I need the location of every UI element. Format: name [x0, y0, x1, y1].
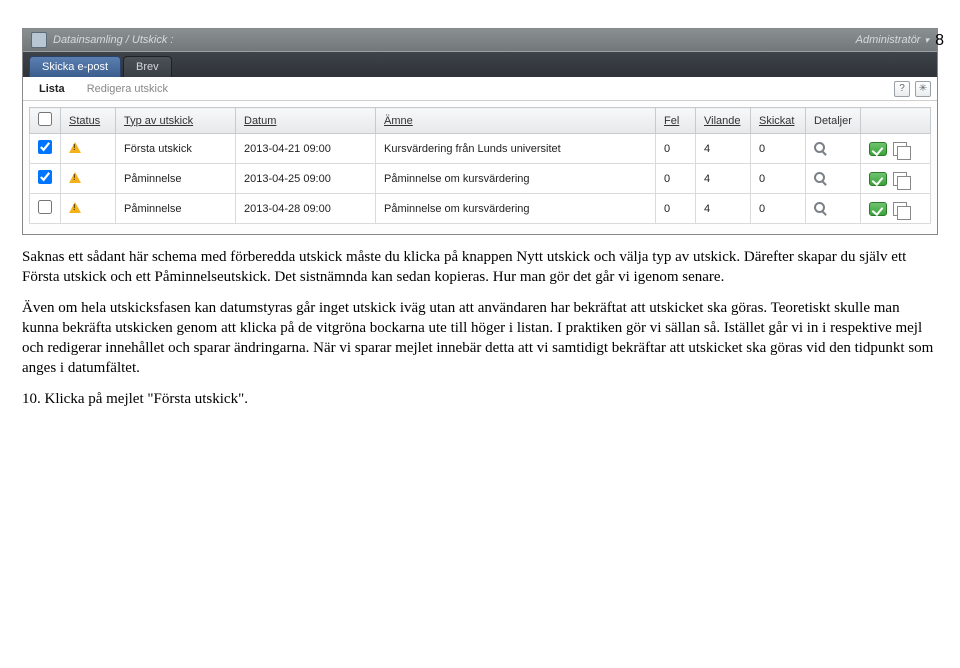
cell-errors: 0	[656, 164, 696, 194]
cell-sent: 0	[751, 164, 806, 194]
chevron-down-icon: ▾	[924, 35, 929, 46]
select-all-checkbox[interactable]	[38, 112, 52, 126]
tab-skicka-epost[interactable]: Skicka e-post	[29, 56, 121, 77]
cell-date: 2013-04-25 09:00	[236, 164, 376, 194]
row-checkbox[interactable]	[38, 170, 52, 184]
warning-icon	[69, 202, 81, 213]
table-row[interactable]: Första utskick2013-04-21 09:00Kursvärder…	[30, 134, 931, 164]
cell-subject: Kursvärdering från Lunds universitet	[376, 134, 656, 164]
col-pending[interactable]: Vilande	[704, 115, 741, 127]
grid-area: Status Typ av utskick Datum Ämne Fel Vil…	[23, 101, 937, 234]
cell-pending: 4	[696, 134, 751, 164]
help-icon[interactable]: ?	[894, 81, 910, 97]
cell-subject: Påminnelse om kursvärdering	[376, 164, 656, 194]
cell-date: 2013-04-28 09:00	[236, 194, 376, 224]
warning-icon	[69, 142, 81, 153]
app-window: Datainsamling / Utskick : Administratör …	[22, 28, 938, 235]
cell-date: 2013-04-21 09:00	[236, 134, 376, 164]
warning-icon	[69, 172, 81, 183]
user-role-label: Administratör	[856, 34, 921, 46]
col-status[interactable]: Status	[69, 115, 100, 127]
app-icon	[31, 32, 47, 48]
table-header-row: Status Typ av utskick Datum Ämne Fel Vil…	[30, 108, 931, 134]
breadcrumb-text: Datainsamling / Utskick :	[53, 34, 173, 46]
table-row[interactable]: Påminnelse2013-04-25 09:00Påminnelse om …	[30, 164, 931, 194]
expand-icon[interactable]: ✳	[915, 81, 931, 97]
subtab-redigera[interactable]: Redigera utskick	[77, 79, 178, 99]
magnify-icon[interactable]	[814, 172, 825, 183]
cell-errors: 0	[656, 134, 696, 164]
cell-sent: 0	[751, 194, 806, 224]
cell-type: Påminnelse	[116, 164, 236, 194]
page-number: 8	[935, 32, 944, 50]
magnify-icon[interactable]	[814, 202, 825, 213]
secondary-tabs: Lista Redigera utskick ? ✳	[23, 77, 937, 101]
cell-subject: Påminnelse om kursvärdering	[376, 194, 656, 224]
copy-icon[interactable]	[893, 172, 907, 186]
row-checkbox[interactable]	[38, 140, 52, 154]
col-type[interactable]: Typ av utskick	[124, 115, 193, 127]
cell-type: Påminnelse	[116, 194, 236, 224]
row-checkbox[interactable]	[38, 200, 52, 214]
col-subject[interactable]: Ämne	[384, 115, 413, 127]
paragraph-3: 10. Klicka på mejlet "Första utskick".	[22, 389, 938, 409]
user-menu[interactable]: Administratör ▾	[856, 34, 929, 46]
confirm-icon[interactable]	[869, 142, 887, 156]
breadcrumb-bar: Datainsamling / Utskick : Administratör …	[23, 29, 937, 51]
confirm-icon[interactable]	[869, 202, 887, 216]
cell-pending: 4	[696, 164, 751, 194]
copy-icon[interactable]	[893, 142, 907, 156]
col-details: Detaljer	[814, 115, 852, 127]
table-row[interactable]: Påminnelse2013-04-28 09:00Påminnelse om …	[30, 194, 931, 224]
subtab-lista[interactable]: Lista	[29, 79, 75, 99]
utskick-table: Status Typ av utskick Datum Ämne Fel Vil…	[29, 107, 931, 224]
col-sent[interactable]: Skickat	[759, 115, 794, 127]
cell-type: Första utskick	[116, 134, 236, 164]
cell-pending: 4	[696, 194, 751, 224]
col-errors[interactable]: Fel	[664, 115, 679, 127]
cell-sent: 0	[751, 134, 806, 164]
body-text: Saknas ett sådant här schema med förbere…	[22, 247, 938, 409]
primary-tabs: Skicka e-post Brev	[23, 51, 937, 77]
paragraph-2: Även om hela utskicksfasen kan datumstyr…	[22, 298, 938, 379]
cell-errors: 0	[656, 194, 696, 224]
col-date[interactable]: Datum	[244, 115, 276, 127]
tab-brev[interactable]: Brev	[123, 56, 172, 77]
copy-icon[interactable]	[893, 202, 907, 216]
confirm-icon[interactable]	[869, 172, 887, 186]
paragraph-1: Saknas ett sådant här schema med förbere…	[22, 247, 938, 288]
magnify-icon[interactable]	[814, 142, 825, 153]
